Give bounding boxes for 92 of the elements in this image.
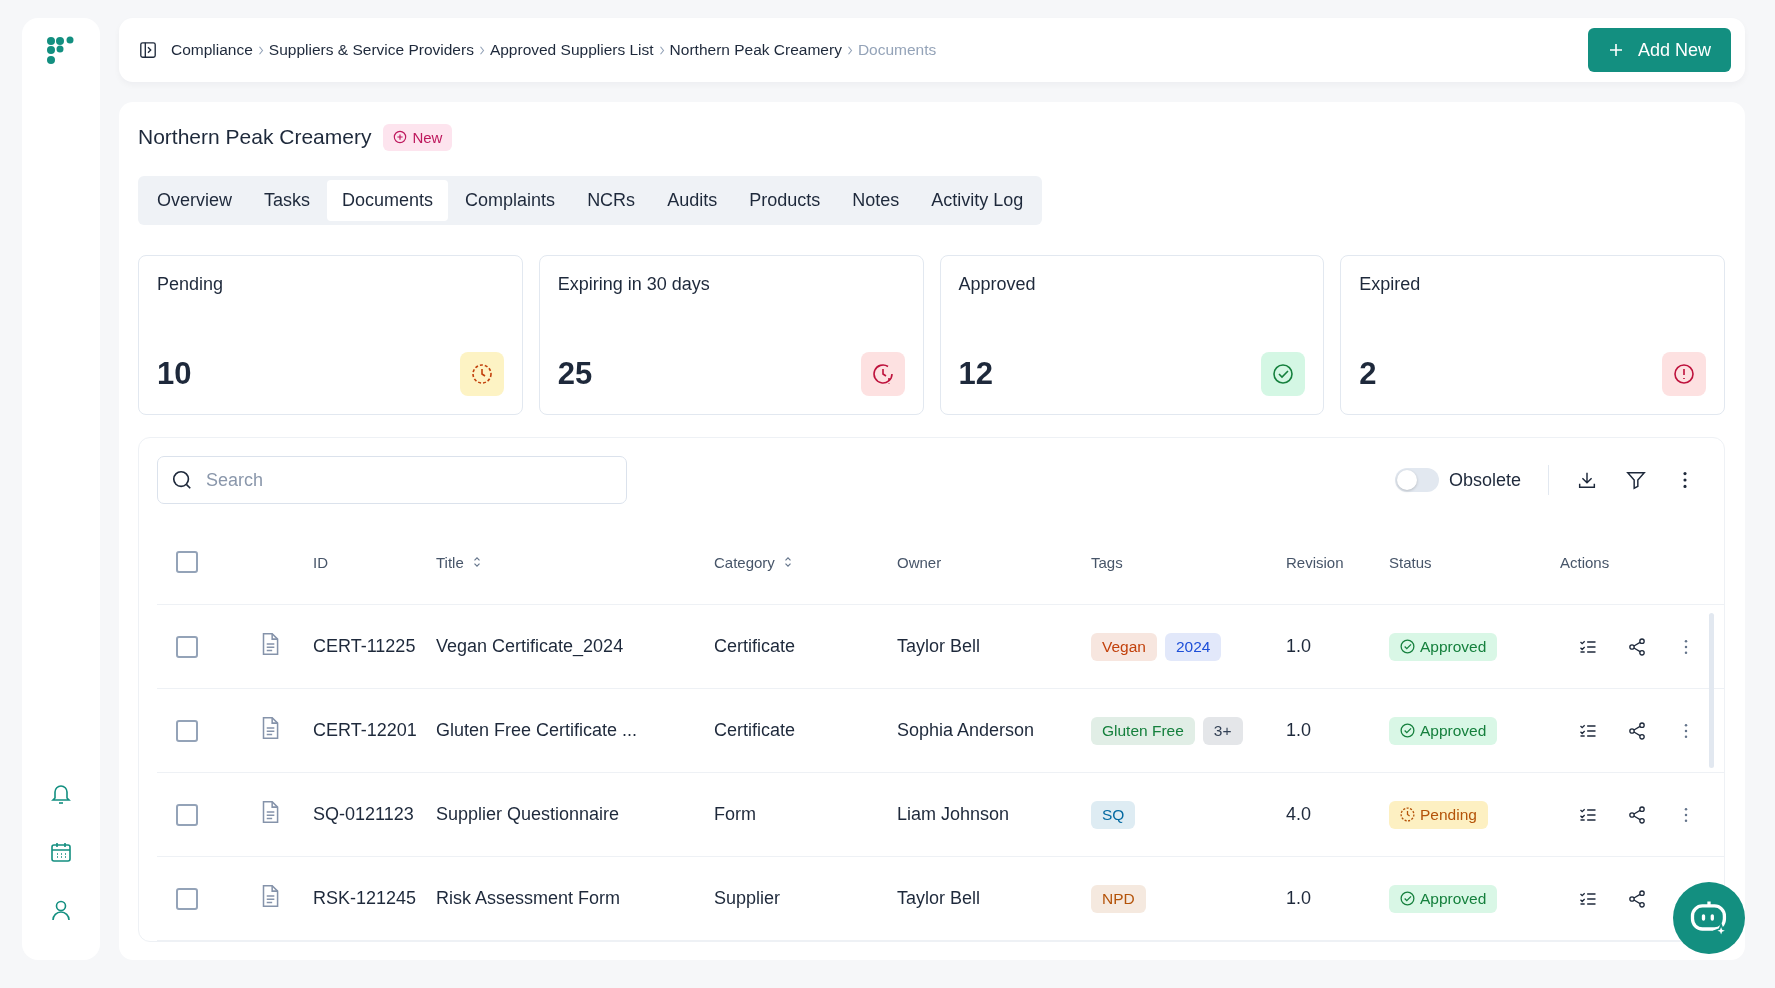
table-cell-text: Gluten Free Certificate ... bbox=[436, 720, 639, 741]
status-badge: Approved bbox=[1389, 884, 1498, 913]
filter-icon[interactable] bbox=[1625, 469, 1647, 491]
search-field[interactable]: Search bbox=[157, 456, 627, 504]
share-icon[interactable] bbox=[1627, 720, 1647, 741]
tab[interactable]: Products bbox=[734, 180, 836, 221]
supplier-name: Northern Peak Creamery bbox=[138, 125, 372, 149]
stat-label: Expiring in 30 days bbox=[557, 274, 711, 295]
share-icon[interactable] bbox=[1627, 888, 1647, 909]
stat-label: Approved bbox=[958, 274, 1037, 295]
table-cell-text: Certificate bbox=[714, 636, 797, 657]
calendar-icon[interactable] bbox=[49, 840, 73, 864]
breadcrumb-link[interactable]: Compliance bbox=[171, 41, 253, 59]
sort-icon[interactable] bbox=[782, 555, 793, 569]
tag: Gluten Free bbox=[1091, 716, 1195, 745]
tab[interactable]: Documents bbox=[327, 180, 449, 221]
table-cell-text: Liam Johnson bbox=[897, 804, 1011, 825]
table-cell-text: Vegan Certificate_2024 bbox=[436, 636, 625, 657]
breadcrumb-link[interactable]: Approved Suppliers List bbox=[489, 41, 654, 59]
bell-icon[interactable] bbox=[49, 782, 73, 806]
toggle-label: Obsolete bbox=[1448, 469, 1521, 491]
column-header: Status bbox=[1389, 553, 1432, 571]
share-icon[interactable] bbox=[1627, 636, 1647, 657]
tab[interactable]: Overview bbox=[142, 180, 247, 221]
checkbox[interactable] bbox=[176, 719, 198, 742]
table-cell-text: CERT-12201 bbox=[313, 720, 418, 741]
logo-icon[interactable] bbox=[46, 36, 76, 66]
tab[interactable]: Audits bbox=[652, 180, 733, 221]
sort-icon[interactable] bbox=[471, 555, 482, 569]
table-cell-text: Supplier bbox=[714, 888, 782, 909]
table-cell-text: Risk Assessment Form bbox=[436, 888, 622, 909]
checkbox[interactable] bbox=[176, 635, 198, 658]
clock-icon bbox=[860, 352, 905, 396]
column-header: Revision bbox=[1286, 553, 1344, 571]
tab[interactable]: Activity Log bbox=[916, 180, 1039, 221]
column-header: Owner bbox=[897, 553, 942, 571]
breadcrumb-link[interactable]: Northern Peak Creamery bbox=[669, 41, 842, 59]
stat-label: Expired bbox=[1359, 274, 1422, 295]
tab[interactable]: NCRs bbox=[572, 180, 651, 221]
tag: 2024 bbox=[1164, 632, 1222, 661]
table-cell-text: 1.0 bbox=[1286, 888, 1313, 909]
checkbox[interactable] bbox=[176, 551, 198, 573]
table-cell-text: RSK-121245 bbox=[313, 888, 418, 909]
status-badge: Approved bbox=[1389, 632, 1498, 661]
stat-value: 2 bbox=[1359, 356, 1377, 392]
checkbox[interactable] bbox=[176, 803, 198, 826]
table-cell-text: 4.0 bbox=[1286, 804, 1313, 825]
tag: NPD bbox=[1091, 884, 1146, 913]
chevron-icon bbox=[257, 45, 264, 55]
table-cell-text: Taylor Bell bbox=[897, 888, 982, 909]
tag: SQ bbox=[1091, 800, 1136, 829]
table-cell-text: Form bbox=[714, 804, 757, 825]
user-icon[interactable] bbox=[49, 898, 73, 922]
status-badge: Approved bbox=[1389, 716, 1498, 745]
column-header[interactable]: Category bbox=[714, 553, 793, 571]
stat-value: 12 bbox=[958, 356, 993, 392]
tag: Vegan bbox=[1091, 632, 1157, 661]
chevron-icon bbox=[478, 45, 485, 55]
plus-circle-icon bbox=[393, 130, 408, 144]
table-cell-text: Certificate bbox=[714, 720, 797, 741]
checkbox[interactable] bbox=[176, 887, 198, 910]
stat-label: Pending bbox=[157, 274, 225, 295]
column-header: Actions bbox=[1560, 553, 1610, 571]
table-cell-text: Taylor Bell bbox=[897, 636, 982, 657]
stat-value: 10 bbox=[157, 356, 192, 392]
table-cell-text: Sophia Anderson bbox=[897, 720, 1036, 741]
add-new-button[interactable]: Add New bbox=[1587, 28, 1731, 72]
plus-icon bbox=[1607, 42, 1624, 58]
share-icon[interactable] bbox=[1627, 804, 1647, 825]
table-cell-text: 1.0 bbox=[1286, 720, 1313, 741]
new-badge: New bbox=[383, 123, 453, 151]
obsolete-toggle[interactable] bbox=[1394, 468, 1439, 492]
chevron-icon bbox=[846, 45, 853, 55]
table-cell-text: 1.0 bbox=[1286, 636, 1313, 657]
table-cell-text: SQ-0121123 bbox=[313, 804, 415, 825]
clock-icon bbox=[459, 352, 504, 396]
column-header[interactable]: Title bbox=[436, 553, 482, 571]
table-cell-text: CERT-11225 bbox=[313, 636, 417, 657]
search-icon bbox=[171, 469, 193, 491]
tab[interactable]: Complaints bbox=[450, 180, 571, 221]
chevron-icon bbox=[658, 45, 665, 55]
column-header: Tags bbox=[1091, 553, 1123, 571]
scrollbar[interactable] bbox=[1709, 613, 1714, 768]
stat-value: 25 bbox=[557, 356, 593, 392]
status-badge: Pending bbox=[1389, 800, 1488, 829]
tab[interactable]: Tasks bbox=[249, 180, 326, 221]
breadcrumb-link[interactable]: Suppliers & Service Providers bbox=[268, 41, 474, 59]
tag: 3+ bbox=[1202, 716, 1243, 745]
column-header: ID bbox=[313, 553, 328, 571]
tab[interactable]: Notes bbox=[837, 180, 915, 221]
table-cell-text: Supplier Questionnaire bbox=[436, 804, 621, 825]
sidebar-toggle-icon[interactable] bbox=[139, 41, 157, 59]
